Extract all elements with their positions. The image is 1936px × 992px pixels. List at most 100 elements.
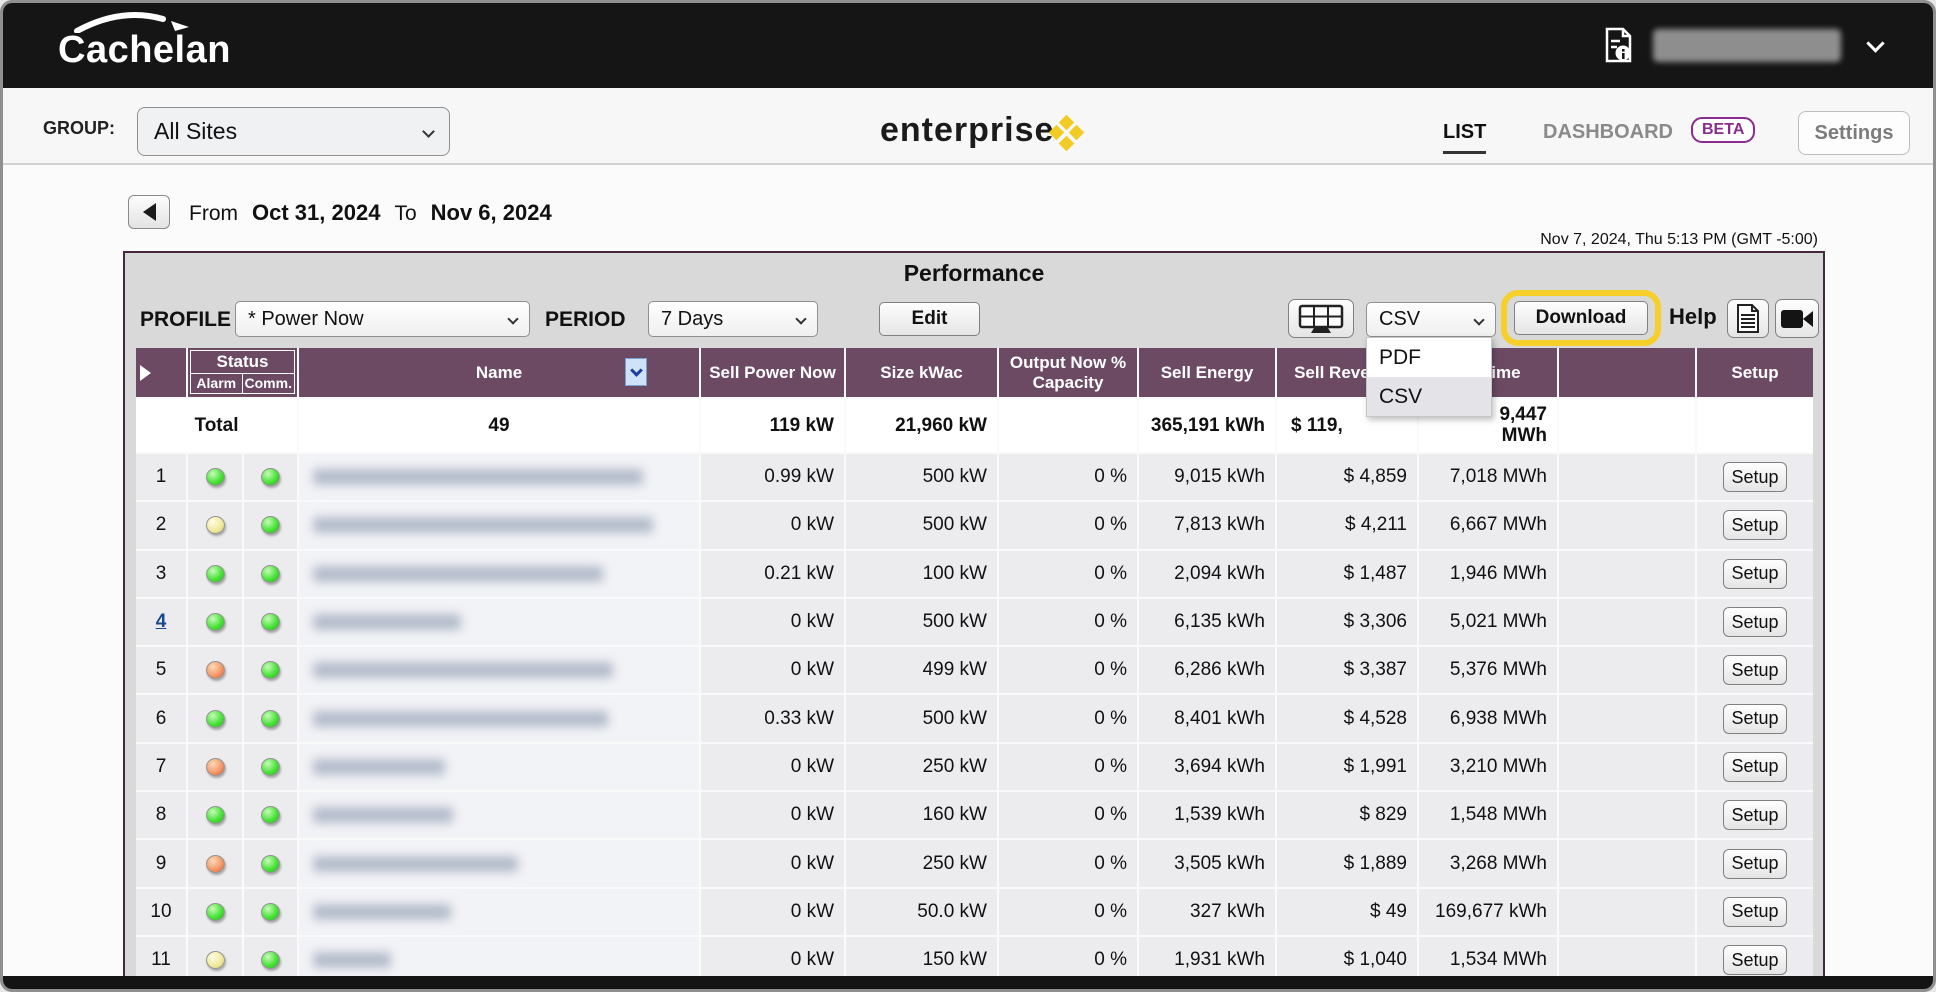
sell-revenue-value: $ 1,487 xyxy=(1277,551,1417,597)
site-name-redacted[interactable] xyxy=(299,744,699,790)
name-sort-dropdown-icon[interactable] xyxy=(625,358,647,386)
setup-button[interactable]: Setup xyxy=(1723,945,1787,975)
output-value: 0 % xyxy=(999,840,1137,886)
alarm-led-yellow-icon xyxy=(206,516,225,534)
comm-led-green-icon xyxy=(261,758,280,776)
menu-item-csv[interactable]: CSV xyxy=(1367,377,1491,416)
settings-button[interactable]: Settings xyxy=(1798,111,1910,155)
sell-power-column-header[interactable]: Sell Power Now xyxy=(701,348,844,397)
group-select[interactable]: All Sites xyxy=(137,107,450,156)
menu-item-pdf[interactable]: PDF xyxy=(1367,338,1491,377)
size-value: 500 kW xyxy=(846,695,997,741)
site-name-redacted[interactable] xyxy=(299,889,699,935)
format-select[interactable]: CSV xyxy=(1366,302,1496,337)
account-chevron-down-icon[interactable] xyxy=(1866,34,1884,52)
download-button[interactable]: Download xyxy=(1514,301,1648,335)
sell-power-value: 0 kW xyxy=(701,744,844,790)
size-value: 500 kW xyxy=(846,454,997,500)
output-value: 0 % xyxy=(999,502,1137,548)
setup-button[interactable]: Setup xyxy=(1723,800,1787,830)
setup-button[interactable]: Setup xyxy=(1723,462,1787,492)
output-value: 0 % xyxy=(999,454,1137,500)
comm-status-cell xyxy=(244,454,297,500)
row-number[interactable]: 4 xyxy=(136,599,186,645)
sell-revenue-value: $ 3,387 xyxy=(1277,647,1417,693)
size-column-header[interactable]: Size kWac xyxy=(846,348,997,397)
report-info-icon[interactable] xyxy=(1603,27,1633,65)
from-label: From xyxy=(189,202,238,226)
setup-button[interactable]: Setup xyxy=(1723,849,1787,879)
name-column-header[interactable]: Name xyxy=(299,348,699,397)
site-name-redacted[interactable] xyxy=(299,792,699,838)
setup-column-header: Setup xyxy=(1697,348,1813,397)
total-sell-power: 119 kW xyxy=(701,399,844,452)
sell-energy-value: 9,015 kWh xyxy=(1139,454,1275,500)
to-date[interactable]: Nov 6, 2024 xyxy=(431,200,552,226)
setup-button[interactable]: Setup xyxy=(1723,607,1787,637)
empty-cell xyxy=(1559,551,1695,597)
alarm-status-cell xyxy=(188,454,242,500)
site-name-redacted[interactable] xyxy=(299,695,699,741)
from-date[interactable]: Oct 31, 2024 xyxy=(252,200,380,226)
site-name-redacted[interactable] xyxy=(299,551,699,597)
setup-button[interactable]: Setup xyxy=(1723,559,1787,589)
sell-energy-value: 3,694 kWh xyxy=(1139,744,1275,790)
tab-dashboard[interactable]: DASHBOARD xyxy=(1543,121,1673,144)
setup-cell: Setup xyxy=(1697,744,1813,790)
sell-power-value: 0 kW xyxy=(701,502,844,548)
setup-button[interactable]: Setup xyxy=(1723,655,1787,685)
comm-led-green-icon xyxy=(261,661,280,679)
expand-column-header[interactable] xyxy=(136,348,186,397)
sell-energy-column-header[interactable]: Sell Energy xyxy=(1139,348,1275,397)
chevron-down-icon xyxy=(795,313,806,324)
empty-cell xyxy=(1559,695,1695,741)
row-number: 10 xyxy=(136,889,186,935)
sell-revenue-value: $ 3,306 xyxy=(1277,599,1417,645)
total-output xyxy=(999,399,1137,452)
site-name-redacted[interactable] xyxy=(299,454,699,500)
help-video-icon-button[interactable] xyxy=(1775,299,1819,338)
redacted-name-blur xyxy=(313,904,451,920)
setup-cell: Setup xyxy=(1697,502,1813,548)
bottom-edge-bar xyxy=(3,976,1933,989)
period-select[interactable]: 7 Days xyxy=(648,301,818,337)
account-name-redacted[interactable] xyxy=(1653,29,1841,62)
setup-button[interactable]: Setup xyxy=(1723,704,1787,734)
alarm-header-label: Alarm xyxy=(190,373,243,394)
download-highlight-ring: Download xyxy=(1501,290,1661,346)
tab-list[interactable]: LIST xyxy=(1443,121,1486,154)
previous-period-button[interactable] xyxy=(128,195,170,229)
nav-bar: GROUP: All Sites enterprise LIST DASHBOA… xyxy=(3,88,1933,165)
site-name-redacted[interactable] xyxy=(299,599,699,645)
alarm-led-green-icon xyxy=(206,710,225,728)
table-view-icon-button[interactable] xyxy=(1288,299,1354,338)
comm-led-green-icon xyxy=(261,710,280,728)
group-select-value: All Sites xyxy=(154,118,237,145)
sell-revenue-value: $ 1,991 xyxy=(1277,744,1417,790)
site-name-redacted[interactable] xyxy=(299,647,699,693)
row-number: 6 xyxy=(136,695,186,741)
site-name-redacted[interactable] xyxy=(299,502,699,548)
site-name-redacted[interactable] xyxy=(299,840,699,886)
period-select-value: 7 Days xyxy=(661,308,723,331)
profile-select[interactable]: * Power Now xyxy=(235,301,530,337)
setup-button[interactable]: Setup xyxy=(1723,897,1787,927)
setup-cell: Setup xyxy=(1697,792,1813,838)
help-document-icon-button[interactable] xyxy=(1727,299,1769,338)
lifetime-value: 6,667 MWh xyxy=(1419,502,1557,548)
empty-cell xyxy=(1559,647,1695,693)
edit-button[interactable]: Edit xyxy=(879,302,980,336)
output-column-header[interactable]: Output Now % Capacity xyxy=(999,348,1137,397)
setup-button[interactable]: Setup xyxy=(1723,510,1787,540)
sell-energy-value: 8,401 kWh xyxy=(1139,695,1275,741)
setup-button[interactable]: Setup xyxy=(1723,752,1787,782)
sell-power-value: 0 kW xyxy=(701,889,844,935)
total-empty-cell xyxy=(1559,399,1695,452)
output-value: 0 % xyxy=(999,647,1137,693)
left-arrow-icon xyxy=(143,203,156,221)
empty-cell xyxy=(1559,599,1695,645)
row-number: 8 xyxy=(136,792,186,838)
sell-energy-value: 6,286 kWh xyxy=(1139,647,1275,693)
row-number: 9 xyxy=(136,840,186,886)
alarm-led-yellow-icon xyxy=(206,951,225,969)
